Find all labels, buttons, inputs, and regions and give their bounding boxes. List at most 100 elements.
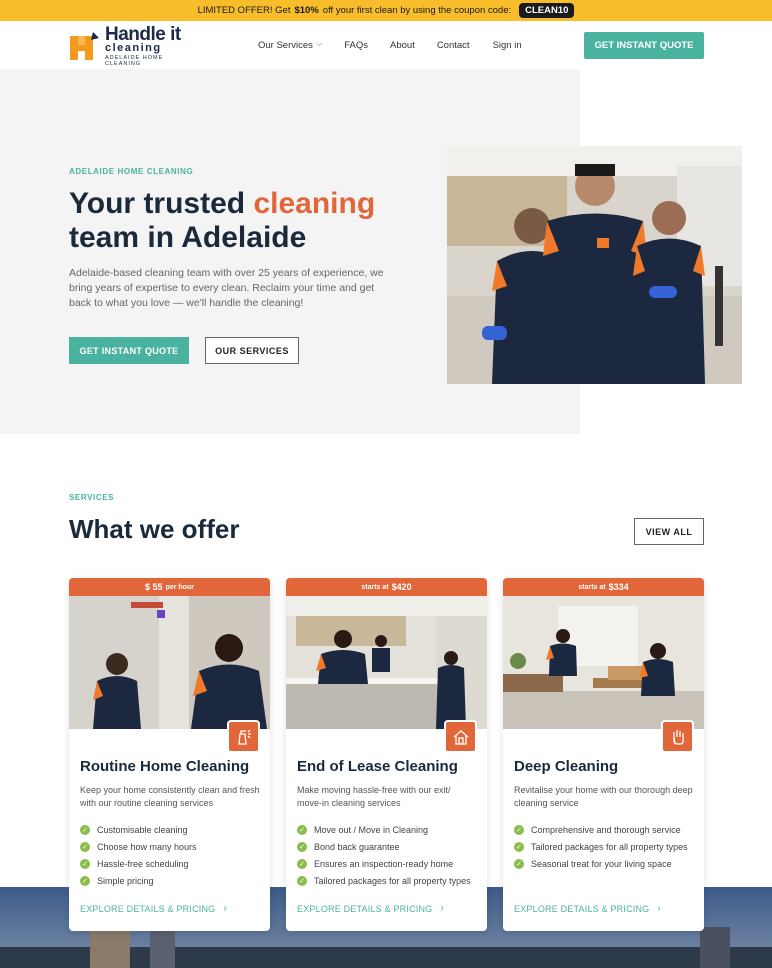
hero-eyebrow: ADELAIDE HOME CLEANING xyxy=(69,167,194,176)
deep-cleaning-photo xyxy=(503,596,704,729)
list-item: ✓ Move out / Move in Cleaning xyxy=(297,821,471,838)
list-item: ✓ Comprehensive and thorough service xyxy=(514,821,688,838)
logo-tagline: ADELAIDE HOME CLEANING xyxy=(105,55,164,67)
card-title: End of Lease Cleaning xyxy=(297,758,458,775)
service-card-end-of-lease[interactable]: starts at $420 End of Lease Cleaning Mak… xyxy=(286,578,487,931)
check-icon: ✓ xyxy=(80,875,90,886)
hero-title-part2: team in Adelaide xyxy=(69,221,307,254)
card-description: Make moving hassle-free with our exit/ m… xyxy=(297,785,451,808)
nav-sign-in[interactable]: Sign in xyxy=(493,40,522,51)
list-item: ✓ Tailored packages for all property type… xyxy=(514,838,688,855)
explore-details-link[interactable]: EXPLORE DETAILS & PRICING › xyxy=(514,903,661,914)
feature-text: Comprehensive and thorough service xyxy=(531,824,681,835)
feature-list: ✓ Comprehensive and thorough service ✓ Tai… xyxy=(514,821,688,872)
card-description: Keep your home consistently clean and fr… xyxy=(80,785,260,808)
price-prefix: starts at xyxy=(361,583,389,591)
explore-details-label: EXPLORE DETAILS & PRICING xyxy=(514,903,650,914)
explore-details-link[interactable]: EXPLORE DETAILS & PRICING › xyxy=(297,903,444,914)
price-amount: $334 xyxy=(608,582,629,592)
service-card-routine[interactable]: $ 55 per hour Routine Home Cleaning Keep… xyxy=(69,578,270,931)
check-icon: ✓ xyxy=(297,875,307,886)
nav-our-services-label: Our Services xyxy=(258,39,313,51)
explore-details-link[interactable]: EXPLORE DETAILS & PRICING › xyxy=(80,903,227,914)
logo-line2: cleaning xyxy=(105,42,162,54)
services-title: What we offer xyxy=(69,514,240,544)
check-icon: ✓ xyxy=(514,824,524,835)
list-item: ✓ Customisable cleaning xyxy=(80,821,197,838)
price-prefix: starts at xyxy=(578,583,606,591)
feature-text: Seasonal treat for your living space xyxy=(531,858,672,869)
feature-list: ✓ Move out / Move in Cleaning ✓ Bond back … xyxy=(297,821,471,889)
nav-faqs[interactable]: FAQs xyxy=(344,40,368,51)
feature-text: Choose how many hours xyxy=(97,841,197,852)
check-icon: ✓ xyxy=(297,824,307,835)
list-item: ✓ Hassle-free scheduling xyxy=(80,855,197,872)
chevron-right-icon: › xyxy=(440,903,444,914)
explore-details-label: EXPLORE DETAILS & PRICING xyxy=(80,903,216,914)
price-unit: per hour xyxy=(165,583,194,591)
promo-bar: LIMITED OFFER! Get $10% off your first c… xyxy=(0,0,772,21)
coupon-code: CLEAN10 xyxy=(519,3,575,18)
check-icon: ✓ xyxy=(514,841,524,852)
cleaning-spray-icon xyxy=(227,720,260,753)
nav-our-services[interactable]: Our Services ⌵ xyxy=(258,40,322,51)
feature-text: Simple pricing xyxy=(97,875,154,886)
our-services-button[interactable]: OUR SERVICES xyxy=(205,337,299,364)
glove-icon xyxy=(661,720,694,753)
check-icon: ✓ xyxy=(80,858,90,869)
list-item: ✓ Tailored packages for all property type… xyxy=(297,872,471,889)
hero-title-accent: cleaning xyxy=(253,187,376,220)
card-title: Routine Home Cleaning xyxy=(80,758,250,775)
price-banner: $ 55 per hour xyxy=(69,578,270,596)
check-icon: ✓ xyxy=(297,841,307,852)
card-title: Deep Cleaning xyxy=(514,758,619,775)
feature-text: Ensures an inspection-ready home xyxy=(314,858,454,869)
list-item: ✓ Seasonal treat for your living space xyxy=(514,855,688,872)
check-icon: ✓ xyxy=(80,824,90,835)
nav-about[interactable]: About xyxy=(390,40,415,51)
header-quote-button[interactable]: GET INSTANT QUOTE xyxy=(584,32,704,59)
chevron-right-icon: › xyxy=(223,903,227,914)
nav-contact[interactable]: Contact xyxy=(437,40,470,51)
price-amount: $420 xyxy=(391,582,412,592)
list-item: ✓ Bond back guarantee xyxy=(297,838,471,855)
house-icon xyxy=(444,720,477,753)
team-photo xyxy=(447,146,742,384)
price-amount: $ 55 xyxy=(145,582,163,592)
feature-text: Bond back guarantee xyxy=(314,841,400,852)
chevron-down-icon: ⌵ xyxy=(316,41,323,48)
feature-text: Hassle-free scheduling xyxy=(97,858,189,869)
feature-text: Tailored packages for all property types xyxy=(531,841,688,852)
end-of-lease-photo xyxy=(286,596,487,729)
feature-text: Customisable cleaning xyxy=(97,824,188,835)
logo-mark-icon xyxy=(69,30,101,62)
feature-text: Tailored packages for all property types xyxy=(314,875,471,886)
hero-title: Your trusted cleaning team in Adelaide xyxy=(69,187,429,255)
chevron-right-icon: › xyxy=(657,903,661,914)
view-all-button[interactable]: VIEW ALL xyxy=(634,518,704,545)
price-banner: starts at $420 xyxy=(286,578,487,596)
services-eyebrow: SERVICES xyxy=(69,493,115,502)
service-card-deep[interactable]: starts at $334 Deep Cleaning Revitalise … xyxy=(503,578,704,931)
card-description: Revitalise your home with our thorough d… xyxy=(514,785,693,808)
feature-text: Move out / Move in Cleaning xyxy=(314,824,429,835)
hero-description: Adelaide-based cleaning team with over 2… xyxy=(69,267,384,309)
explore-details-label: EXPLORE DETAILS & PRICING xyxy=(297,903,433,914)
routine-cleaning-photo xyxy=(69,596,270,729)
list-item: ✓ Choose how many hours xyxy=(80,838,197,855)
list-item: ✓ Simple pricing xyxy=(80,872,197,889)
hero-quote-button[interactable]: GET INSTANT QUOTE xyxy=(69,337,189,364)
hero-title-part1: Your trusted xyxy=(69,187,254,220)
feature-list: ✓ Customisable cleaning ✓ Choose how many … xyxy=(80,821,197,889)
site-header: Handle it cleaning ADELAIDE HOME CLEANIN… xyxy=(0,21,772,69)
logo[interactable]: Handle it cleaning ADELAIDE HOME CLEANIN… xyxy=(69,25,199,67)
promo-suffix: off your first clean by using the coupon… xyxy=(322,5,512,16)
main-nav: Our Services ⌵ FAQs About Contact Sign i… xyxy=(258,21,522,69)
list-item: ✓ Ensures an inspection-ready home xyxy=(297,855,471,872)
check-icon: ✓ xyxy=(80,841,90,852)
promo-prefix: LIMITED OFFER! Get xyxy=(197,5,291,16)
price-banner: starts at $334 xyxy=(503,578,704,596)
promo-amount: $10% xyxy=(294,5,319,16)
check-icon: ✓ xyxy=(297,858,307,869)
check-icon: ✓ xyxy=(514,858,524,869)
